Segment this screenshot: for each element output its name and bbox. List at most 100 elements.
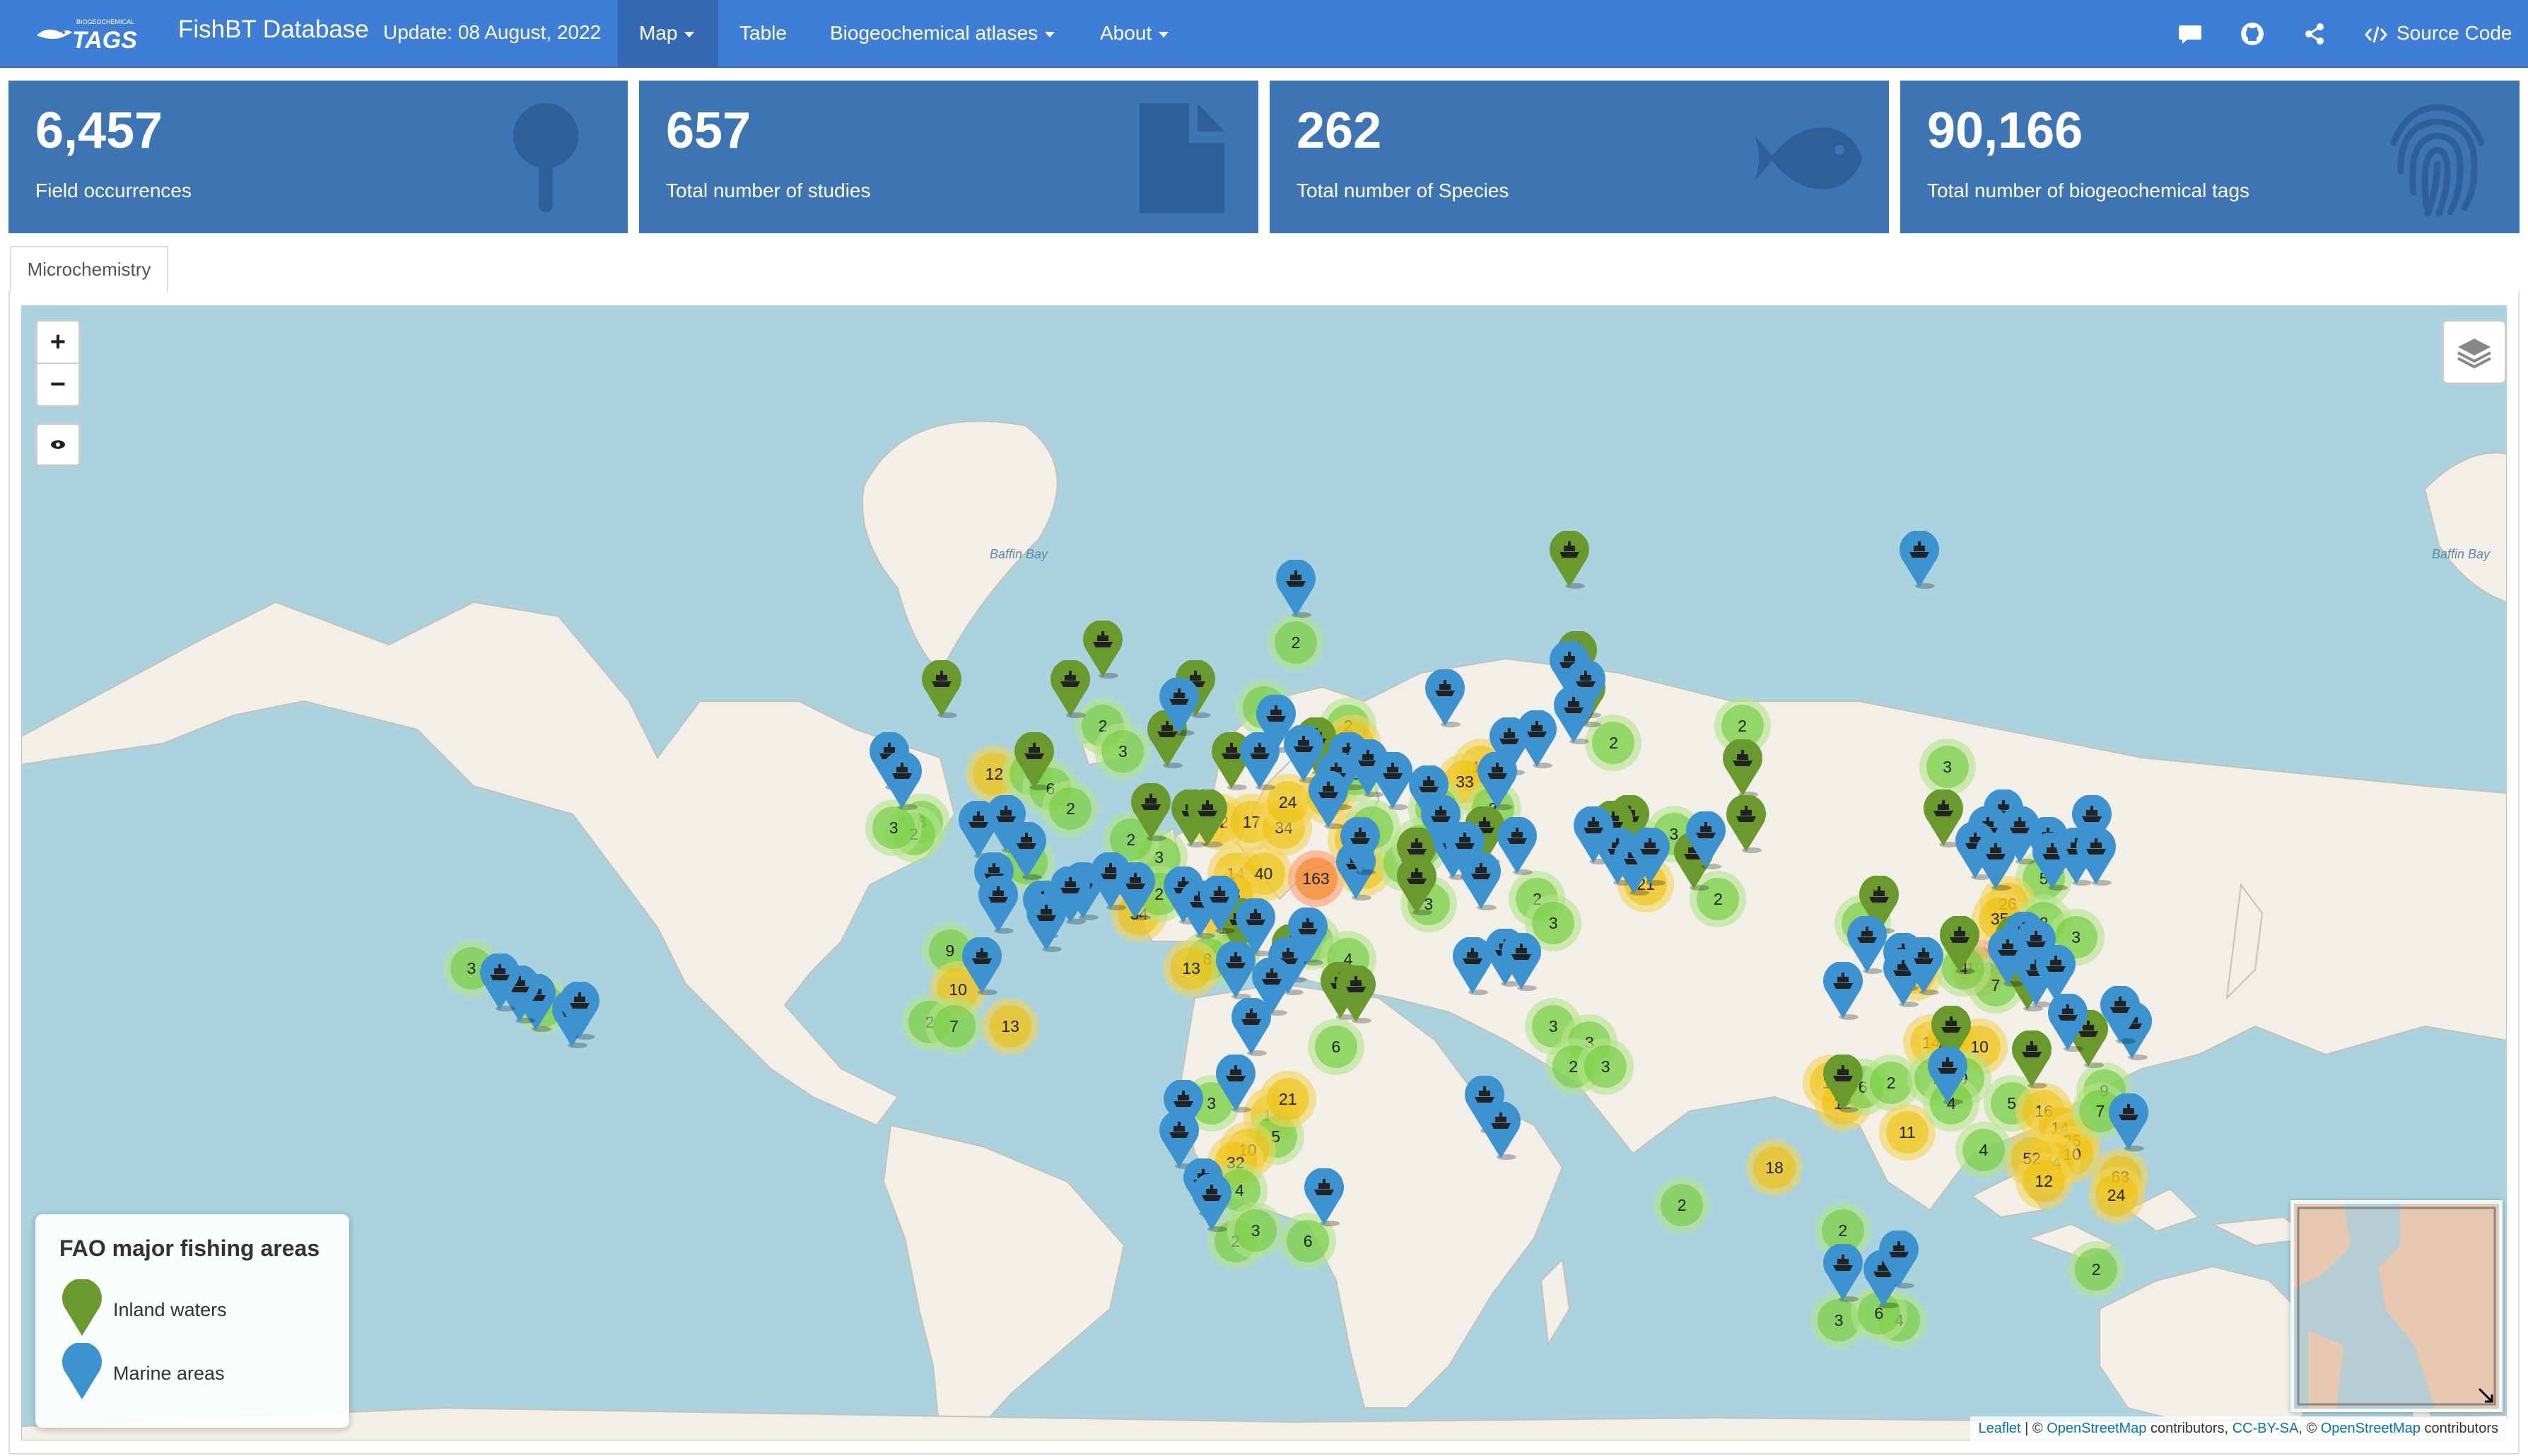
marine-areas-marker[interactable] xyxy=(1685,811,1727,870)
minimap-view xyxy=(2294,1204,2499,1409)
marine-areas-marker[interactable] xyxy=(977,876,1019,934)
nav-about[interactable]: About xyxy=(1079,0,1190,66)
world-map[interactable]: Baffin Bay Baffin Bay 232312362823432121… xyxy=(21,305,2507,1440)
marker-cluster[interactable]: 7 xyxy=(925,998,983,1055)
inland-waters-marker[interactable] xyxy=(1130,783,1172,842)
marine-areas-marker[interactable] xyxy=(1552,686,1595,745)
inland-waters-marker[interactable] xyxy=(1013,732,1055,790)
inland-waters-marker[interactable] xyxy=(1335,965,1377,1024)
nav-biogeochemical-atlases[interactable]: Biogeochemical atlases xyxy=(809,0,1076,66)
marker-cluster[interactable]: 24 xyxy=(2088,1167,2145,1224)
license-link[interactable]: CC-BY-SA xyxy=(2233,1421,2299,1436)
marine-areas-marker[interactable] xyxy=(2075,827,2117,886)
document-icon xyxy=(1140,103,1224,213)
nav-map[interactable]: Map xyxy=(618,0,718,66)
marker-cluster[interactable]: 3 xyxy=(1577,1038,1634,1096)
github-icon[interactable] xyxy=(2238,20,2266,48)
marine-areas-marker[interactable] xyxy=(2107,1093,2150,1151)
share-icon[interactable] xyxy=(2300,20,2329,48)
zoom-in-button[interactable]: + xyxy=(37,322,78,364)
osm-link[interactable]: OpenStreetMap xyxy=(2047,1421,2146,1436)
marker-cluster[interactable]: 12 xyxy=(2015,1153,2073,1210)
layers-control-button[interactable] xyxy=(2442,319,2507,384)
marine-areas-marker[interactable] xyxy=(1974,832,2017,891)
nav-table[interactable]: Table xyxy=(718,0,808,66)
code-icon xyxy=(2365,26,2387,43)
leaflet-link[interactable]: Leaflet xyxy=(1979,1421,2021,1436)
marine-areas-marker[interactable] xyxy=(1303,1168,1345,1227)
comment-icon[interactable] xyxy=(2176,20,2204,48)
marine-areas-marker[interactable] xyxy=(558,982,601,1040)
cluster-count: 2 xyxy=(1870,1061,1913,1104)
marine-areas-marker[interactable] xyxy=(1878,1231,1920,1289)
marker-cluster[interactable]: 3 xyxy=(1919,738,1976,795)
marker-cluster[interactable]: 2 xyxy=(2068,1240,2125,1298)
marker-cluster[interactable]: 3 xyxy=(1227,1202,1285,1259)
reset-view-button[interactable] xyxy=(35,423,81,466)
marine-areas-marker[interactable] xyxy=(961,937,1003,995)
marine-areas-marker[interactable] xyxy=(1158,678,1200,736)
marine-areas-marker[interactable] xyxy=(1239,732,1281,790)
cluster-count: 21 xyxy=(1266,1077,1309,1120)
marker-cluster[interactable]: 4 xyxy=(1955,1121,2012,1178)
legend-title: FAO major fishing areas xyxy=(59,1235,320,1261)
marine-areas-marker[interactable] xyxy=(1500,932,1543,991)
inland-waters-marker[interactable] xyxy=(1049,660,1092,719)
marine-areas-marker[interactable] xyxy=(1898,531,1941,589)
marine-marker-icon xyxy=(62,1343,102,1399)
inland-waters-marker[interactable] xyxy=(1548,531,1591,589)
marker-cluster[interactable]: 6 xyxy=(1307,1018,1364,1075)
inland-waters-marker[interactable] xyxy=(1725,794,1767,853)
nav-atlases-label: Biogeochemical atlases xyxy=(830,22,1038,44)
marine-areas-marker[interactable] xyxy=(1424,669,1466,727)
osm-link[interactable]: OpenStreetMap xyxy=(2321,1421,2421,1436)
marine-areas-marker[interactable] xyxy=(1275,560,1317,618)
marine-areas-marker[interactable] xyxy=(1476,752,1518,811)
inland-waters-marker[interactable] xyxy=(1822,1055,1864,1113)
marine-areas-marker[interactable] xyxy=(1230,998,1272,1056)
marine-areas-marker[interactable] xyxy=(1496,816,1538,875)
marker-cluster[interactable]: 3 xyxy=(1094,722,1152,780)
cluster-count: 7 xyxy=(932,1005,976,1048)
cluster-count: 2 xyxy=(2075,1247,2118,1291)
marine-areas-marker[interactable] xyxy=(1629,827,1671,886)
tab-microchemistry[interactable]: Microchemistry xyxy=(10,246,168,293)
marker-cluster[interactable]: 13 xyxy=(982,998,1039,1055)
magnifier-icon xyxy=(513,103,578,212)
marine-areas-marker[interactable] xyxy=(1114,862,1157,920)
app-title[interactable]: FishBT Database xyxy=(178,16,369,44)
marine-areas-marker[interactable] xyxy=(1480,1101,1522,1160)
marine-areas-marker[interactable] xyxy=(1926,1046,1969,1105)
marine-areas-marker[interactable] xyxy=(1371,752,1414,811)
marine-areas-marker[interactable] xyxy=(1287,907,1329,965)
marine-areas-marker[interactable] xyxy=(1049,867,1092,925)
source-code-link[interactable]: Source Code xyxy=(2364,0,2512,66)
marine-areas-marker[interactable] xyxy=(479,953,521,1012)
marine-areas-marker[interactable] xyxy=(1190,1173,1233,1232)
marker-cluster[interactable]: 2 xyxy=(1268,614,1325,671)
inland-waters-marker[interactable] xyxy=(1721,739,1764,797)
marine-areas-marker[interactable] xyxy=(1215,1055,1257,1113)
marker-cluster[interactable]: 21 xyxy=(1259,1070,1316,1127)
marine-areas-marker[interactable] xyxy=(1822,961,1864,1020)
cluster-count: 6 xyxy=(1314,1025,1357,1068)
navbar: BIOGEOCHEMICAL TAGS FishBT Database Upda… xyxy=(0,0,2528,68)
marker-cluster[interactable]: 2 xyxy=(1654,1176,1711,1233)
tags-logo[interactable]: BIOGEOCHEMICAL TAGS xyxy=(33,14,153,54)
marine-areas-marker[interactable] xyxy=(2047,994,2089,1052)
sea-label: Baffin Bay xyxy=(2432,547,2491,561)
marine-areas-marker[interactable] xyxy=(1822,1243,1864,1302)
marker-cluster[interactable]: 18 xyxy=(1746,1139,1803,1196)
zoom-out-button[interactable]: − xyxy=(37,364,78,405)
inland-waters-marker[interactable] xyxy=(1938,915,1981,974)
stat-studies: 657 Total number of studies xyxy=(639,81,1258,233)
marine-areas-marker[interactable] xyxy=(881,752,923,811)
marine-areas-marker[interactable] xyxy=(1902,937,1945,995)
inland-waters-marker[interactable] xyxy=(920,660,963,719)
marker-cluster[interactable]: 13 xyxy=(1163,939,1220,997)
map-legend: FAO major fishing areas Inland waters Ma… xyxy=(35,1214,349,1428)
inland-waters-marker[interactable] xyxy=(1186,789,1229,847)
marine-areas-marker[interactable] xyxy=(1339,816,1381,875)
minimap[interactable] xyxy=(2290,1200,2503,1412)
marine-areas-marker[interactable] xyxy=(2099,985,2141,1044)
